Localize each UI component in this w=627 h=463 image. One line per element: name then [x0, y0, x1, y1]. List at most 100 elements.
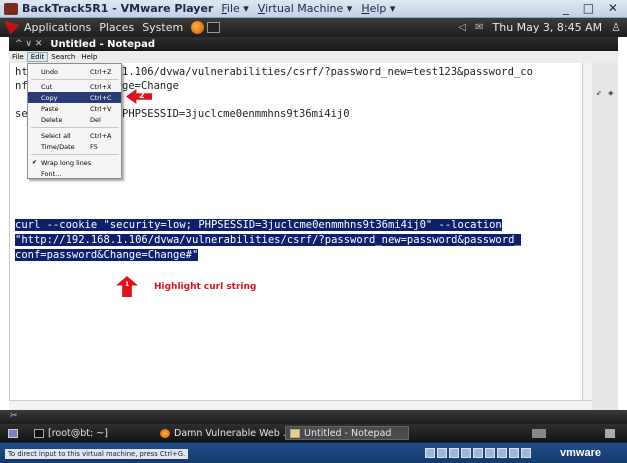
time-date-shortcut: F5 — [90, 142, 98, 151]
taskbar-item-notepad[interactable]: Untitled - Notepad — [285, 426, 409, 440]
delete-label: Delete — [41, 115, 63, 124]
vmware-logo: vmware — [560, 447, 601, 459]
copy-shortcut: Ctrl+C — [90, 93, 112, 102]
strip-icons: ⇙ ◈ — [596, 89, 616, 97]
vmware-menu-virtual-machine[interactable]: Virtual Machine ▾ — [258, 2, 353, 15]
system-menu[interactable]: System — [142, 21, 183, 34]
copy-label: Copy — [41, 93, 58, 102]
time-date-label: Time/Date — [41, 142, 75, 151]
clock[interactable]: Thu May 3, 8:45 AM — [493, 21, 603, 34]
menu-item-undo[interactable]: Undo Ctrl+Z — [28, 66, 121, 77]
notepad-window-controls[interactable]: ^ ∨ ✕ — [15, 39, 42, 49]
selected-curl-line-1: curl --cookie "security=low; PHPSESSID=3… — [15, 219, 502, 231]
workspace-switcher[interactable] — [528, 426, 550, 440]
fullscreen-icon[interactable] — [521, 448, 531, 458]
sound-icon[interactable] — [485, 448, 495, 458]
menu-help[interactable]: Help — [78, 53, 100, 61]
hdd-icon[interactable] — [425, 448, 435, 458]
taskbar-item-terminal[interactable]: [root@bt: ~] — [30, 426, 112, 440]
menu-separator — [31, 127, 119, 128]
status-message: To direct input to this virtual machine,… — [5, 449, 189, 459]
menu-edit[interactable]: Edit — [26, 52, 49, 62]
text-line-1-start: ht — [15, 66, 28, 78]
taskbar-notepad-label: Untitled - Notepad — [304, 427, 392, 439]
paste-label: Paste — [41, 104, 59, 113]
taskbar-item-firefox[interactable]: Damn Vulnerable Web ... — [156, 426, 296, 440]
undo-label: Undo — [41, 67, 58, 76]
message-icon[interactable] — [509, 448, 519, 458]
text-line-2-rest: ge=Change — [122, 80, 179, 92]
text-line-3-rest: PHPSESSID=3juclcme0enmmhns9t36mi4ij0 — [122, 108, 350, 120]
gnome-top-panel: Applications Places System ◁ ✉ Thu May 3… — [0, 18, 627, 37]
delete-shortcut: Del — [90, 115, 101, 124]
text-line-1-rest: 1.106/dvwa/vulnerabilities/csrf/?passwor… — [122, 66, 533, 78]
menu-item-font[interactable]: Font... — [28, 168, 121, 179]
notepad-menubar: File Edit Search Help — [9, 51, 618, 63]
device-icons — [425, 448, 543, 459]
menu-item-paste[interactable]: Paste Ctrl+V — [28, 103, 121, 114]
network-icon[interactable] — [461, 448, 471, 458]
selected-curl-line-3: conf=password&Change=Change#" — [15, 249, 199, 261]
backtrack-logo-icon[interactable] — [4, 20, 20, 35]
floppy-icon[interactable] — [449, 448, 459, 458]
gnome-bottom-strip — [0, 410, 627, 424]
show-desktop-button[interactable] — [4, 426, 22, 440]
menu-item-wrap-long-lines[interactable]: ✔ Wrap long lines — [28, 157, 121, 168]
annotation-step-1: 1 — [125, 281, 130, 288]
menu-file[interactable]: File — [9, 53, 27, 61]
gnome-taskbar: [root@bt: ~] Damn Vulnerable Web ... Unt… — [0, 424, 627, 442]
cut-label: Cut — [41, 82, 53, 91]
annotation-highlight-curl-string: Highlight curl string — [154, 282, 257, 292]
notepad-window-title: Untitled - Notepad — [50, 38, 155, 50]
terminal-launcher-icon[interactable] — [207, 22, 221, 33]
menu-separator — [31, 154, 119, 155]
printer-icon[interactable] — [497, 448, 507, 458]
text-line-2-start: nf — [15, 80, 28, 92]
applications-menu[interactable]: Applications — [24, 21, 91, 34]
desktop-icon — [8, 428, 18, 438]
firefox-icon — [160, 428, 170, 438]
selected-curl-line-2: "http://192.168.1.106/dvwa/vulnerabiliti… — [15, 234, 521, 246]
mail-icon[interactable]: ✉ — [475, 22, 483, 33]
scissors-icon: ✂ — [10, 411, 18, 421]
text-line-3-start: se — [15, 108, 28, 120]
horizontal-scrollbar[interactable] — [9, 400, 592, 410]
menu-item-select-all[interactable]: Select all Ctrl+A — [28, 130, 121, 141]
vertical-scrollbar[interactable] — [582, 63, 592, 400]
annotation-step-2: 2 — [139, 91, 145, 100]
taskbar-terminal-label: [root@bt: ~] — [48, 427, 108, 439]
edit-dropdown-menu: Undo Ctrl+Z Cut Ctrl+X Copy Ctrl+C Paste… — [27, 63, 122, 179]
cut-shortcut: Ctrl+X — [90, 82, 112, 91]
places-menu[interactable]: Places — [99, 21, 134, 34]
window-controls[interactable]: _ □ ✕ — [563, 1, 623, 15]
vmware-window-title: BackTrack5R1 - VMware Player — [22, 2, 214, 15]
undo-shortcut: Ctrl+Z — [90, 67, 112, 76]
menu-separator — [31, 79, 119, 80]
workspace-icon — [532, 428, 546, 438]
menu-item-delete[interactable]: Delete Del — [28, 114, 121, 125]
menu-item-cut[interactable]: Cut Ctrl+X — [28, 81, 121, 92]
vmware-title-bar: BackTrack5R1 - VMware Player File ▾ Virt… — [0, 0, 627, 18]
select-all-label: Select all — [41, 131, 71, 140]
volume-icon[interactable]: ◁ — [458, 22, 466, 33]
paste-shortcut: Ctrl+V — [90, 104, 112, 113]
firefox-launcher-icon[interactable] — [191, 21, 205, 34]
menu-item-copy[interactable]: Copy Ctrl+C — [28, 92, 121, 103]
checkmark-icon: ✔ — [32, 159, 38, 166]
trash-button[interactable] — [601, 426, 619, 440]
user-icon[interactable]: ♙ — [611, 21, 621, 34]
vmware-menu-file[interactable]: File ▾ — [221, 2, 248, 15]
trash-icon — [605, 428, 615, 438]
cdrom-icon[interactable] — [437, 448, 447, 458]
select-all-shortcut: Ctrl+A — [90, 131, 112, 140]
terminal-icon — [34, 428, 44, 438]
vmware-app-icon — [4, 2, 18, 15]
vmware-menu-help[interactable]: Help ▾ — [361, 2, 395, 15]
vmware-status-bar: To direct input to this virtual machine,… — [0, 442, 627, 463]
usb-icon[interactable] — [473, 448, 483, 458]
taskbar-firefox-label: Damn Vulnerable Web ... — [174, 427, 292, 439]
wrap-long-lines-label: Wrap long lines — [41, 158, 92, 167]
menu-search[interactable]: Search — [48, 53, 78, 61]
font-label: Font... — [41, 169, 62, 178]
menu-item-time-date[interactable]: Time/Date F5 — [28, 141, 121, 152]
